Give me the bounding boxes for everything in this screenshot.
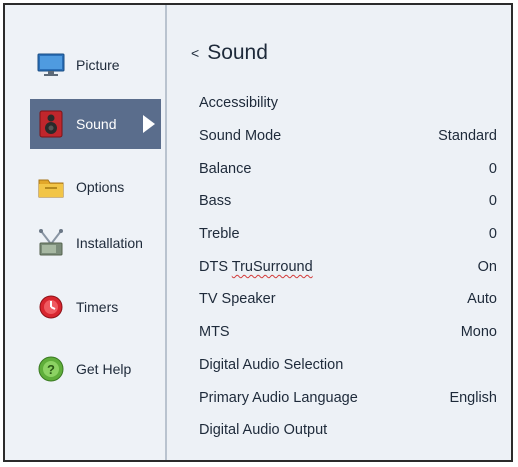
main-panel: < Sound Accessibility Sound Mode Standar… [167, 5, 511, 460]
setting-value: Mono [460, 324, 497, 341]
help-icon: ? [36, 354, 66, 384]
setting-label: Balance [199, 160, 252, 177]
setting-label: Accessibility [199, 95, 278, 112]
page-title: Sound [207, 41, 268, 64]
setting-row-primary-audio-language[interactable]: Primary Audio Language English [199, 381, 497, 414]
antenna-icon [36, 228, 66, 258]
setting-label: MTS [199, 324, 230, 341]
setting-label: DTS TruSurround [199, 258, 313, 275]
tv-settings-window: Picture Sound Options Installation Timer… [3, 3, 513, 462]
setting-row-mts[interactable]: MTS Mono [199, 316, 497, 349]
selected-arrow-icon [143, 115, 155, 133]
folder-icon [36, 172, 66, 202]
setting-value: 0 [488, 226, 497, 243]
speaker-icon [36, 109, 66, 139]
back-chevron-icon[interactable]: < [191, 45, 199, 61]
setting-row-bass[interactable]: Bass 0 [199, 185, 497, 218]
setting-row-balance[interactable]: Balance 0 [199, 152, 497, 185]
setting-label: Bass [199, 193, 232, 210]
alarm-icon [36, 292, 66, 322]
sidebar-item-label: Timers [76, 299, 119, 315]
sidebar-item-label: Options [76, 179, 125, 195]
sidebar-item-options[interactable]: Options [30, 162, 161, 212]
sidebar-item-label: Sound [76, 116, 117, 132]
setting-row-digital-audio-output[interactable]: Digital Audio Output [199, 414, 497, 447]
sidebar-item-label: Get Help [76, 361, 132, 377]
setting-label: Digital Audio Selection [199, 356, 344, 373]
setting-value: Standard [438, 128, 497, 145]
setting-value: On [477, 258, 497, 275]
setting-value: Auto [467, 291, 497, 308]
sidebar-item-label: Picture [76, 57, 120, 73]
sidebar-item-timers[interactable]: Timers [30, 282, 161, 332]
setting-row-sound-mode[interactable]: Sound Mode Standard [199, 120, 497, 153]
setting-row-tv-speaker[interactable]: TV Speaker Auto [199, 283, 497, 316]
sidebar: Picture Sound Options Installation Timer… [5, 5, 165, 460]
setting-label: TV Speaker [199, 291, 276, 308]
setting-label: Sound Mode [199, 128, 282, 145]
sidebar-item-installation[interactable]: Installation [30, 218, 161, 268]
svg-text:?: ? [47, 362, 55, 377]
setting-value: 0 [488, 193, 497, 210]
settings-list: Accessibility Sound Mode Standard Balanc… [199, 87, 497, 447]
setting-row-dts-trusurround[interactable]: DTS TruSurround On [199, 250, 497, 283]
setting-row-digital-audio-selection[interactable]: Digital Audio Selection [199, 349, 497, 382]
setting-value: English [449, 389, 497, 406]
setting-value: 0 [488, 160, 497, 177]
page-header: < Sound [191, 41, 268, 65]
setting-label: Digital Audio Output [199, 422, 328, 439]
setting-row-treble[interactable]: Treble 0 [199, 218, 497, 251]
sidebar-item-picture[interactable]: Picture [30, 40, 161, 90]
setting-row-accessibility[interactable]: Accessibility [199, 87, 497, 120]
setting-label: Primary Audio Language [199, 389, 358, 406]
sidebar-item-label: Installation [76, 235, 143, 251]
setting-label: Treble [199, 226, 240, 243]
sidebar-item-get-help[interactable]: ? Get Help [30, 344, 161, 394]
monitor-icon [36, 50, 66, 80]
sidebar-item-sound[interactable]: Sound [30, 99, 161, 149]
